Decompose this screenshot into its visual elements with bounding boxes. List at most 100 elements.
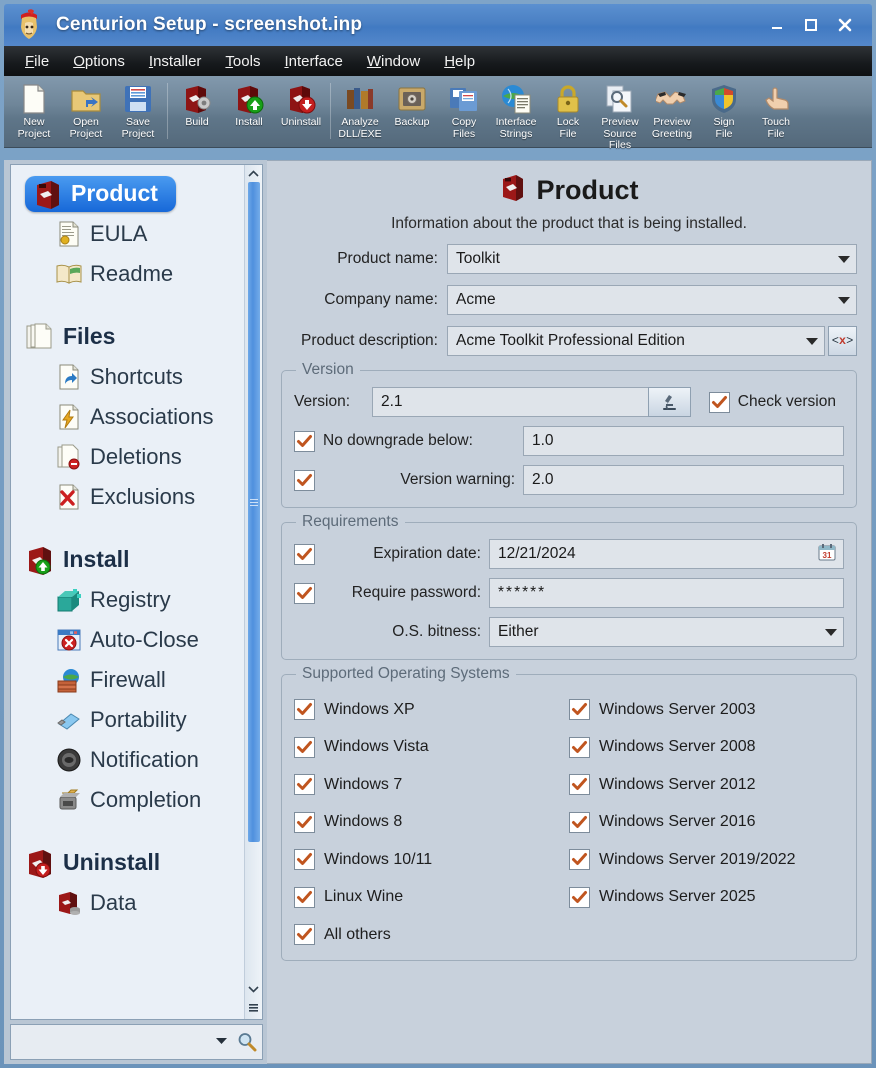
toolbar-interface-strings[interactable]: Interface Strings: [490, 79, 542, 145]
require-password-checkbox[interactable]: [294, 582, 315, 604]
sidebar-item-registry[interactable]: Registry: [11, 580, 244, 620]
magnifier-icon[interactable]: [236, 1031, 258, 1053]
toolbar-sign-file[interactable]: Sign File: [698, 79, 750, 145]
sidebar-item-completion[interactable]: Completion: [11, 780, 244, 820]
variable-insert-button[interactable]: < x >: [828, 326, 857, 356]
os-checkbox[interactable]: [294, 774, 315, 796]
toolbar-preview-source-files[interactable]: Preview Source Files: [594, 79, 646, 151]
sidebar-item-shortcuts[interactable]: Shortcuts: [11, 357, 244, 397]
product-description-combo[interactable]: Acme Toolkit Professional Edition: [447, 326, 825, 356]
os-item-windows-server-2025[interactable]: Windows Server 2025: [569, 879, 844, 917]
toolbar-open-project[interactable]: Open Project: [60, 79, 112, 145]
sidebar-item-firewall[interactable]: Firewall: [11, 660, 244, 700]
menu-item-file[interactable]: File: [14, 50, 60, 73]
toolbar-touch-file[interactable]: Touch File: [750, 79, 802, 145]
toolbar-lock-file[interactable]: Lock File: [542, 79, 594, 145]
os-item-windows-server-2019-2022[interactable]: Windows Server 2019/2022: [569, 841, 844, 879]
menu-item-help[interactable]: Help: [433, 50, 486, 73]
toolbar-new-project[interactable]: New Project: [8, 79, 60, 145]
sidebar-scrollbar[interactable]: [244, 165, 262, 1019]
toolbar-preview-greeting[interactable]: Preview Greeting: [646, 79, 698, 145]
sidebar-item-data[interactable]: Data: [11, 883, 244, 923]
sidebar-search[interactable]: [10, 1024, 263, 1060]
minimize-button[interactable]: [762, 11, 792, 39]
toolbar-uninstall[interactable]: Uninstall: [275, 79, 327, 145]
expiration-date-checkbox[interactable]: [294, 543, 315, 565]
os-item-windows-10-11[interactable]: Windows 10/11: [294, 841, 569, 879]
calendar-icon[interactable]: 31: [817, 542, 837, 567]
menu-item-interface[interactable]: Interface: [273, 50, 353, 73]
toolbar-install[interactable]: Install: [223, 79, 275, 145]
os-item-windows-server-2003[interactable]: Windows Server 2003: [569, 691, 844, 729]
toolbar-save-project[interactable]: Save Project: [112, 79, 164, 145]
os-checkbox[interactable]: [294, 736, 315, 758]
list-icon[interactable]: [245, 997, 263, 1019]
toolbar-build[interactable]: Build: [171, 79, 223, 145]
sidebar-item-product[interactable]: Product: [11, 173, 244, 214]
expiration-date-input[interactable]: 12/21/2024 31: [489, 539, 844, 569]
os-checkbox[interactable]: [569, 774, 590, 796]
menu-item-installer[interactable]: Installer: [138, 50, 213, 73]
version-input[interactable]: 2.1: [372, 387, 649, 417]
os-item-windows-xp[interactable]: Windows XP: [294, 691, 569, 729]
window-red-x-icon: [56, 627, 82, 653]
sidebar-item-readme[interactable]: Readme: [11, 254, 244, 294]
sidebar-item-exclusions[interactable]: Exclusions: [11, 477, 244, 517]
os-item-windows-server-2016[interactable]: Windows Server 2016: [569, 804, 844, 842]
os-checkbox[interactable]: [294, 699, 315, 721]
os-checkbox[interactable]: [294, 849, 315, 871]
os-checkbox[interactable]: [569, 699, 590, 721]
company-name-combo[interactable]: Acme: [447, 285, 857, 315]
sidebar-item-eula[interactable]: EULA: [11, 214, 244, 254]
no-downgrade-checkbox[interactable]: [294, 430, 315, 452]
os-label: Windows Server 2019/2022: [599, 850, 796, 868]
pages-minus-icon: [56, 444, 82, 470]
menu-item-options[interactable]: Options: [62, 50, 136, 73]
toolbar-copy-files[interactable]: Copy Files: [438, 79, 490, 145]
sidebar-item-portability[interactable]: Portability: [11, 700, 244, 740]
sidebar-item-uninstall[interactable]: Uninstall: [11, 842, 244, 883]
os-item-windows-8[interactable]: Windows 8: [294, 804, 569, 842]
os-item-windows-vista[interactable]: Windows Vista: [294, 729, 569, 767]
version-warning-input[interactable]: 2.0: [523, 465, 844, 495]
product-name-combo[interactable]: Toolkit: [447, 244, 857, 274]
version-warning-checkbox[interactable]: [294, 469, 315, 491]
toolbar-backup[interactable]: Backup: [386, 79, 438, 145]
scrollbar-thumb[interactable]: [247, 182, 260, 842]
chevron-down-icon[interactable]: [207, 1036, 236, 1048]
microscope-icon[interactable]: [647, 387, 691, 417]
maximize-button[interactable]: [796, 11, 826, 39]
os-checkbox[interactable]: [294, 811, 315, 833]
chevron-up-icon[interactable]: [245, 165, 263, 182]
sidebar-item-deletions[interactable]: Deletions: [11, 437, 244, 477]
os-checkbox[interactable]: [569, 736, 590, 758]
search-input[interactable]: [15, 1034, 207, 1050]
registry-blocks-icon: [56, 587, 82, 613]
os-checkbox[interactable]: [569, 886, 590, 908]
os-checkbox[interactable]: [569, 811, 590, 833]
version-row: Version: 2.1 Check version: [294, 387, 844, 417]
os-checkbox[interactable]: [569, 849, 590, 871]
os-item-windows-server-2008[interactable]: Windows Server 2008: [569, 729, 844, 767]
os-item-linux-wine[interactable]: Linux Wine: [294, 879, 569, 917]
os-checkbox[interactable]: [294, 886, 315, 908]
os-item-windows-7[interactable]: Windows 7: [294, 766, 569, 804]
check-version-checkbox[interactable]: [708, 391, 730, 413]
no-downgrade-input[interactable]: 1.0: [523, 426, 844, 456]
sidebar-item-associations[interactable]: Associations: [11, 397, 244, 437]
sidebar-item-files[interactable]: Files: [11, 316, 244, 357]
chevron-down-icon[interactable]: [245, 980, 263, 997]
menu-item-window[interactable]: Window: [356, 50, 431, 73]
close-button[interactable]: [830, 11, 860, 39]
toolbar-analyze-dll-exe[interactable]: Analyze DLL/EXE: [334, 79, 386, 145]
bitness-combo[interactable]: Either: [489, 617, 844, 647]
os-item-windows-server-2012[interactable]: Windows Server 2012: [569, 766, 844, 804]
os-checkbox[interactable]: [294, 924, 315, 946]
sidebar-item-auto-close[interactable]: Auto-Close: [11, 620, 244, 660]
menu-item-tools[interactable]: Tools: [214, 50, 271, 73]
password-input[interactable]: ******: [489, 578, 844, 608]
os-item-all-others[interactable]: All others: [294, 916, 569, 954]
scrollbar-track[interactable]: [245, 182, 263, 980]
sidebar-item-install[interactable]: Install: [11, 539, 244, 580]
sidebar-item-notification[interactable]: Notification: [11, 740, 244, 780]
